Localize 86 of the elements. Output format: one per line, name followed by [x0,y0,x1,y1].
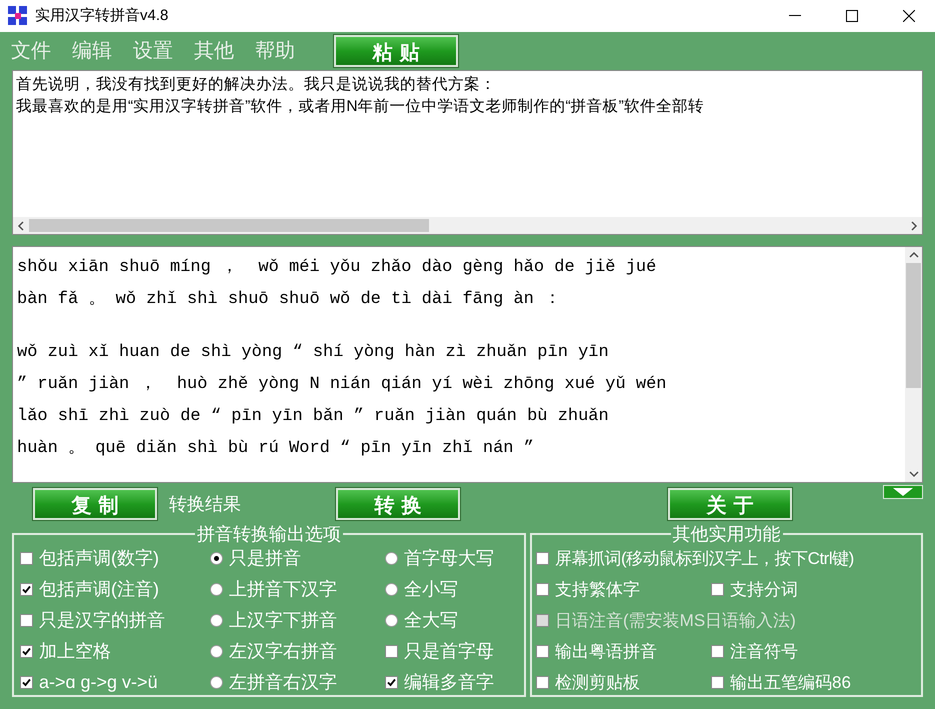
pinyin-line: shǒu xiān shuō míng ， wǒ méi yǒu zhǎo dào gèng hǎo de jiě jué [17,257,656,279]
option-label: a->ɑ g->ɡ v->ü [39,671,158,694]
option-label: 左拼音右汉字 [229,671,337,694]
scroll-down-icon[interactable] [908,470,918,478]
checkbox[interactable] [20,552,33,565]
close-icon[interactable] [903,10,915,22]
menu-item[interactable]: 编辑 [72,36,112,66]
radio-button[interactable] [210,645,223,658]
checkbox[interactable] [711,645,724,658]
option-label: 左汉字右拼音 [229,640,337,663]
input-text-line: 我最喜欢的是用“实用汉字转拼音”软件，或者用N年前一位中学语文老师制作的“拼音板”软件全部转 [16,96,704,117]
caret-down-icon [893,488,913,496]
checkbox[interactable] [20,645,33,658]
scroll-left-icon[interactable] [17,220,25,230]
vertical-scrollbar[interactable] [905,247,922,482]
option-label: 包括声调(数字) [39,547,159,570]
option-label: 包括声调(注音) [39,578,159,601]
option-label: 注音符号 [730,640,798,663]
pinyin-line: huàn 。 quē diǎn shì bù rú Word “ pīn yīn zhǐ nán ” [17,438,534,460]
option-label: 支持分词 [730,578,798,601]
app-logo-icon [7,5,29,27]
checkmark-icon [387,678,396,687]
radio-button[interactable] [385,614,398,627]
option-label: 首字母大写 [404,547,494,570]
expand-button[interactable] [883,485,923,499]
checkbox[interactable] [711,583,724,596]
option-label: 检测剪贴板 [555,672,640,694]
window-title: 实用汉字转拼音v4.8 [35,6,168,26]
option-label: 支持繁体字 [555,578,640,601]
maximize-icon[interactable] [846,10,858,22]
checkbox[interactable] [20,614,33,627]
scrollbar-thumb[interactable] [906,263,921,388]
scrollbar-thumb[interactable] [29,219,429,232]
radio-button[interactable] [210,552,223,565]
scroll-up-icon[interactable] [908,251,918,259]
checkbox[interactable] [536,583,549,596]
option-label: 日语注音(需安装MS日语输入法) [555,610,796,632]
horizontal-scrollbar[interactable] [13,217,922,234]
checkbox[interactable] [385,676,398,689]
radio-button[interactable] [210,614,223,627]
minimize-icon[interactable] [789,15,801,17]
option-label: 编辑多音字 [404,671,494,694]
menu-item[interactable]: 文件 [11,36,51,66]
checkbox[interactable] [536,552,549,565]
group-title: 其他实用功能 [672,525,782,543]
group-title: 拼音转换输出选项 [196,525,342,543]
radio-button[interactable] [385,552,398,565]
option-label: 只是汉字的拼音 [39,609,165,632]
radio-button[interactable] [210,676,223,689]
option-label: 输出粤语拼音 [555,640,657,663]
checkmark-icon [22,585,31,594]
option-label: 只是拼音 [229,547,301,570]
checkmark-icon [22,678,31,687]
radio-button[interactable] [385,583,398,596]
radio-button[interactable] [210,583,223,596]
menu-item[interactable]: 帮助 [255,36,295,66]
pinyin-line: lǎo shī zhì zuò de “ pīn yīn bǎn ” ruǎn jiàn quán bù zhuǎn [17,406,609,428]
checkbox[interactable] [20,676,33,689]
copy-button[interactable]: 复 制 [33,488,157,520]
convert-button[interactable]: 转 换 [336,488,460,520]
option-label: 屏幕抓词(移动鼠标到汉字上，按下Ctrl键) [555,548,854,570]
menu-item[interactable]: 其他 [194,36,234,66]
pinyin-line: ” ruǎn jiàn ， huò zhě yòng N nián qián yí wèi zhōng xué yǔ wén [17,374,667,396]
option-label: 加上空格 [39,640,111,663]
checkbox[interactable] [20,583,33,596]
pinyin-output-area[interactable] [12,246,923,483]
option-label: 上汉字下拼音 [229,609,337,632]
input-text-area[interactable]: 首先说明，我没有找到更好的解决办法。我只是说说我的替代方案： 我最喜欢的是用“实用汉字转拼音”软件，或者用N年前一位中学语文老师制作的“拼音板”软件全部转 [12,70,923,235]
checkbox[interactable] [536,645,549,658]
paste-button[interactable]: 粘 贴 [334,35,458,67]
option-label: 上拼音下汉字 [229,578,337,601]
checkmark-icon [22,647,31,656]
pinyin-line: bàn fǎ 。 wǒ zhǐ shì shuō shuō wǒ de tì dài fāng àn ： [17,289,562,311]
input-text-line: 首先说明，我没有找到更好的解决办法。我只是说说我的替代方案： [16,74,496,95]
checkbox[interactable] [385,645,398,658]
result-label: 转换结果 [169,492,241,516]
about-button[interactable]: 关 于 [668,488,792,520]
checkbox[interactable] [536,676,549,689]
option-label: 只是首字母 [404,640,494,663]
option-label: 全小写 [404,578,458,601]
option-label: 全大写 [404,609,458,632]
menu-item[interactable]: 设置 [133,36,173,66]
scroll-right-icon[interactable] [910,220,918,230]
pinyin-line: wǒ zuì xǐ huan de shì yòng “ shí yòng hàn zì zhuǎn pīn yīn [17,342,609,364]
option-label: 输出五笔编码86 [730,672,851,694]
checkbox[interactable] [711,676,724,689]
